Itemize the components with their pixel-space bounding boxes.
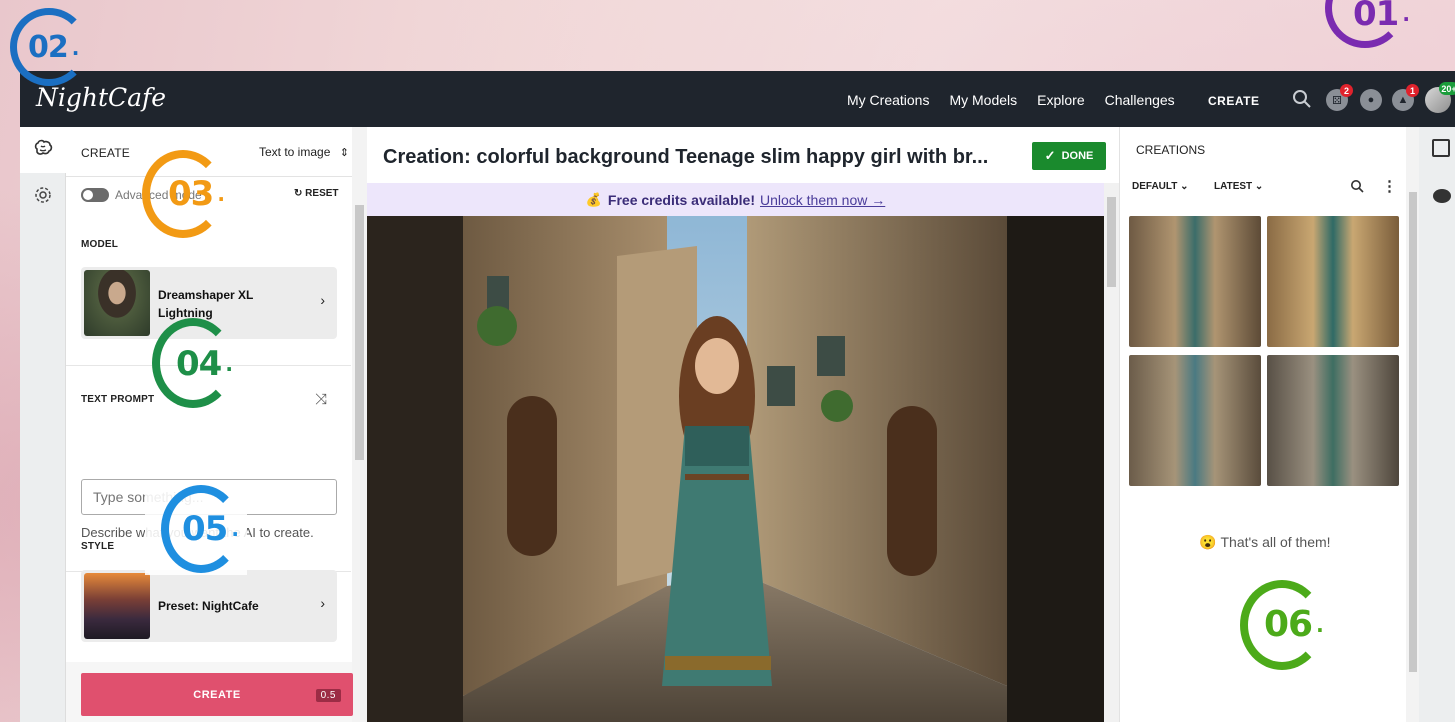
search-icon[interactable] — [1292, 89, 1312, 109]
done-button[interactable]: ✓ DONE — [1032, 142, 1106, 170]
style-thumbnail — [84, 573, 150, 639]
gallery-icon[interactable] — [1432, 139, 1450, 157]
reset-button[interactable]: ↻ RESET — [294, 188, 339, 199]
step-badge-02: 02 . — [10, 8, 88, 86]
scrollbar-thumb[interactable] — [1107, 197, 1116, 287]
bell-icon[interactable]: ▲ 1 — [1392, 84, 1419, 111]
creations-header: CREATIONS — [1136, 143, 1206, 157]
creations-scrollbar[interactable] — [1406, 127, 1420, 722]
shuffle-icon[interactable]: ⤨ — [315, 391, 327, 408]
chevron-down-icon: ⌄ — [1252, 181, 1264, 192]
create-header-label: CREATE — [81, 146, 130, 160]
sort-latest-label: LATEST — [1214, 181, 1253, 192]
style-name: Preset: NightCafe — [158, 599, 259, 613]
step-badge-04: 04 . — [152, 318, 234, 408]
more-options-icon[interactable]: ⋮ — [1382, 177, 1397, 195]
step-badge-06: 06 . — [1240, 580, 1324, 670]
creation-thumbnail[interactable] — [1129, 355, 1261, 486]
end-of-list-message: 😮 That's all of them! — [1120, 534, 1410, 551]
style-label: STYLE — [81, 541, 115, 552]
nav-my-creations[interactable]: My Creations — [847, 92, 929, 108]
nightcafe-logo[interactable]: NightCafe — [36, 83, 166, 112]
text-prompt-label: TEXT PROMPT — [81, 394, 155, 405]
chat-icon[interactable]: ● — [1360, 89, 1382, 111]
model-thumbnail — [84, 270, 150, 336]
chat-bubble-icon[interactable] — [1433, 189, 1451, 203]
unlock-credits-link[interactable]: Unlock them now → — [760, 192, 885, 208]
sort-default-dropdown[interactable]: DEFAULT ⌄ — [1132, 181, 1189, 192]
mode-select-value: Text to image — [259, 145, 331, 159]
model-label: MODEL — [81, 239, 119, 250]
nav-challenges[interactable]: Challenges — [1105, 92, 1175, 108]
step-badge-01: 01 . — [1325, 0, 1410, 48]
credit-cost-badge: 0.5 — [315, 689, 341, 702]
reset-label: RESET — [305, 188, 339, 199]
chevron-right-icon: › — [320, 292, 325, 308]
dice-icon[interactable]: ⚄ 2 — [1326, 84, 1353, 111]
reset-icon: ↻ — [294, 188, 306, 199]
surprised-emoji-icon: 😮 — [1199, 534, 1217, 550]
right-rail — [1419, 127, 1455, 722]
end-of-list-text: That's all of them! — [1220, 534, 1331, 550]
creation-image[interactable] — [367, 216, 1104, 722]
updown-chevron-icon: ⇕ — [339, 147, 349, 159]
generated-image-street-scene — [367, 216, 1104, 722]
gear-icon[interactable] — [33, 185, 53, 210]
step-badge-03: 03 . — [142, 150, 225, 238]
create-button[interactable]: CREATE 0.5 — [81, 673, 353, 716]
checkmark-icon: ✓ — [1044, 148, 1056, 163]
mode-select[interactable]: Text to image ⇕ — [259, 145, 349, 159]
creation-thumbnail[interactable] — [1267, 355, 1399, 486]
creation-title: Creation: colorful background Teenage sl… — [383, 146, 989, 168]
chevron-right-icon: › — [320, 595, 325, 611]
style-selector-card[interactable]: Preset: NightCafe › — [81, 570, 337, 642]
money-bag-icon: 💰 — [585, 191, 602, 207]
nav-explore[interactable]: Explore — [1037, 92, 1084, 108]
dice-notification-badge: 2 — [1340, 84, 1353, 97]
search-icon[interactable] — [1350, 179, 1364, 193]
brain-icon[interactable] — [33, 139, 53, 164]
sort-latest-dropdown[interactable]: LATEST ⌄ — [1214, 181, 1263, 192]
model-name: Dreamshaper XL Lightning — [158, 288, 254, 320]
scrollbar-thumb[interactable] — [1409, 192, 1417, 672]
avatar-count-badge: 20+ — [1439, 82, 1455, 95]
banner-bold-text: Free credits available! — [607, 191, 755, 208]
top-navbar: NightCafe My Creations My Models Explore… — [20, 71, 1455, 127]
chevron-down-icon: ⌄ — [1177, 181, 1189, 192]
free-credits-banner: 💰 Free credits available! Unlock them no… — [367, 183, 1104, 216]
sort-default-label: DEFAULT — [1132, 181, 1178, 192]
bell-notification-badge: 1 — [1406, 84, 1419, 97]
creation-thumbnail[interactable] — [1267, 216, 1399, 347]
left-rail — [20, 127, 66, 722]
done-button-label: DONE — [1061, 150, 1094, 162]
avatar[interactable]: 20+ — [1425, 82, 1455, 113]
creation-thumbnail[interactable] — [1129, 216, 1261, 347]
nav-my-models[interactable]: My Models — [949, 92, 1017, 108]
advanced-mode-toggle[interactable] — [81, 188, 109, 202]
creation-view: Creation: colorful background Teenage sl… — [367, 127, 1106, 722]
create-button-label: CREATE — [193, 688, 241, 701]
center-scrollbar[interactable] — [1104, 183, 1119, 722]
main-nav: My Creations My Models Explore Challenge… — [847, 92, 1195, 108]
left-panel-scrollbar[interactable] — [352, 127, 367, 722]
scrollbar-thumb[interactable] — [355, 205, 364, 460]
step-badge-05: 05 . — [145, 483, 247, 575]
nav-create-button[interactable]: CREATE — [1208, 94, 1259, 108]
